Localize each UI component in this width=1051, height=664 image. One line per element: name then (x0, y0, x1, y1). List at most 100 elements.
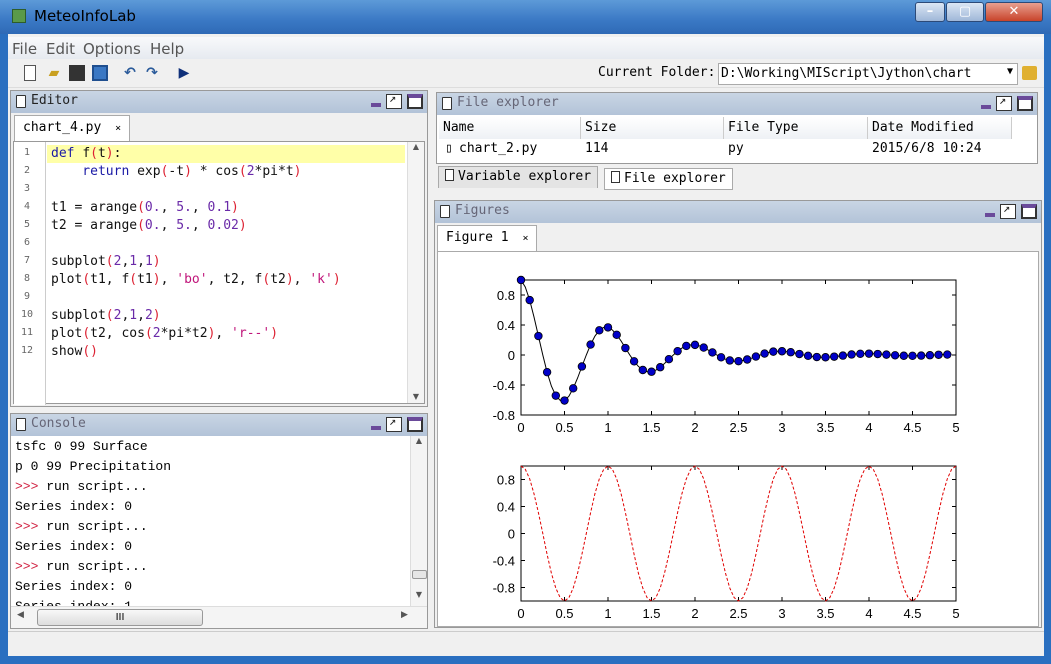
data-marker (638, 365, 647, 375)
float-panel-icon[interactable] (386, 414, 402, 432)
x-tick-label: 4.5 (903, 420, 921, 435)
minimize-panel-icon[interactable] (981, 98, 991, 109)
code-line: show() (51, 344, 98, 359)
editor-title: Editor (31, 93, 78, 108)
data-marker (751, 352, 761, 361)
console-output[interactable]: tsfc 0 99 Surface p 0 99 Precipitation >>>… (11, 436, 411, 606)
tab-figure-1[interactable]: Figure 1 × (437, 225, 538, 251)
menu-options[interactable]: Options (83, 40, 141, 58)
maximize-panel-icon[interactable] (407, 417, 423, 432)
console-header: Console (11, 414, 427, 436)
close-tab-icon[interactable]: × (522, 233, 528, 244)
code-editor[interactable]: 1 2 3 4 5 6 7 8 9 10 11 12 def f(t): return exp(-t)… (13, 141, 425, 405)
file-explorer-panel: File explorer Name Size File Type Date M… (436, 92, 1038, 164)
data-marker (699, 343, 708, 352)
x-tick-label: 2.5 (729, 420, 747, 435)
column-header-file-type[interactable]: File Type (724, 117, 868, 139)
chevron-down-icon[interactable]: ▼ (1007, 66, 1013, 77)
console-vertical-scrollbar[interactable]: ▲ ▼ (410, 436, 427, 606)
tab-file-explorer[interactable]: File explorer (604, 168, 733, 190)
current-folder-select[interactable]: D:\Working\MIScript\Jython\chart ▼ (718, 63, 1018, 85)
data-marker (542, 367, 552, 377)
document-icon (16, 418, 26, 431)
editor-vertical-scrollbar[interactable]: ▲ ▼ (407, 142, 424, 403)
line-number: 9 (23, 291, 31, 302)
line-number: 6 (23, 237, 31, 248)
maximize-panel-icon[interactable] (407, 94, 423, 109)
save-icon[interactable] (69, 65, 85, 81)
data-marker (577, 362, 587, 371)
figure-canvas[interactable]: 0 0.5 1 1.5 2 2.5 3 3.5 4 4.5 5 -0.8 -0.4 0 0.4 0.8 0 0.5… (437, 251, 1039, 627)
cell-type: py (728, 141, 744, 156)
column-header-name[interactable]: Name (439, 117, 581, 139)
file-explorer-title: File explorer (457, 95, 559, 110)
column-header-date-modified[interactable]: Date Modified (868, 117, 1012, 139)
maximize-button[interactable]: ▢ (946, 2, 984, 22)
data-marker (647, 367, 656, 376)
data-marker (925, 351, 935, 360)
float-panel-icon[interactable] (1000, 201, 1016, 219)
x-tick-label: 3 (778, 606, 785, 621)
console-line: p 0 99 Precipitation (15, 459, 172, 474)
cell-date: 2015/6/8 10:24 (872, 141, 982, 156)
line-number: 1 (23, 147, 31, 158)
data-marker (708, 348, 717, 357)
tab-variable-explorer[interactable]: Variable explorer (438, 166, 599, 188)
window-title: MeteoInfoLab (34, 7, 136, 25)
data-marker (560, 396, 569, 405)
float-panel-icon[interactable] (386, 91, 402, 109)
new-file-icon[interactable] (24, 65, 36, 81)
data-marker (525, 295, 534, 305)
data-marker (568, 384, 578, 393)
x-tick-label: 2 (691, 606, 698, 621)
close-tab-icon[interactable]: × (115, 123, 121, 134)
code-line: return exp(-t) * cos(2*pi*t) (51, 164, 302, 179)
redo-icon[interactable]: ↷ (144, 65, 160, 81)
code-line: t1 = arange(0., 5., 0.1) (51, 200, 239, 215)
minimize-panel-icon[interactable] (371, 96, 381, 107)
menu-edit[interactable]: Edit (46, 40, 75, 58)
minimize-button[interactable]: – (915, 2, 945, 22)
y-tick-label: -0.8 (493, 408, 515, 423)
data-marker (534, 331, 543, 341)
save-as-icon[interactable] (92, 65, 108, 81)
x-tick-label: 1 (604, 606, 611, 621)
close-button[interactable]: ✕ (985, 2, 1043, 22)
console-line: Series index: 0 (15, 579, 133, 594)
tab-label: File explorer (624, 171, 726, 186)
data-marker (655, 363, 665, 372)
console-line: >>> run script... (15, 479, 148, 494)
column-header-size[interactable]: Size (581, 117, 724, 139)
y-tick-label: 0 (508, 348, 515, 363)
run-icon[interactable]: ▶ (176, 65, 192, 81)
figures-title: Figures (455, 203, 510, 218)
tab-chart-4[interactable]: chart_4.py × (14, 115, 131, 141)
open-folder-icon[interactable]: ▰ (46, 65, 62, 81)
x-tick-label: 0.5 (555, 420, 573, 435)
data-marker (586, 340, 595, 349)
minimize-panel-icon[interactable] (371, 419, 381, 430)
title-bar: MeteoInfoLab – ▢ ✕ (0, 0, 1051, 34)
float-panel-icon[interactable] (996, 93, 1012, 111)
maximize-panel-icon[interactable] (1021, 204, 1037, 219)
maximize-panel-icon[interactable] (1017, 96, 1033, 111)
data-marker (612, 330, 621, 340)
data-marker (795, 349, 804, 359)
minimize-panel-icon[interactable] (985, 206, 995, 217)
line-number: 5 (23, 219, 31, 230)
menu-file[interactable]: File (12, 40, 37, 58)
data-marker (777, 347, 787, 356)
file-table: Name Size File Type Date Modified ▯ char… (439, 117, 1035, 163)
menu-help[interactable]: Help (150, 40, 184, 58)
browse-folder-icon[interactable] (1022, 66, 1037, 80)
console-line: >>> run script... (15, 519, 148, 534)
y-tick-label: -0.8 (493, 581, 515, 596)
data-marker (873, 349, 882, 359)
scroll-thumb[interactable] (412, 570, 427, 579)
prompt-marker: >>> (15, 519, 39, 534)
undo-icon[interactable]: ↶ (122, 65, 138, 81)
console-horizontal-scrollbar[interactable]: ◀ III ▶ (11, 606, 427, 628)
tab-label: chart_4.py (23, 120, 102, 135)
scroll-thumb[interactable]: III (37, 609, 203, 626)
data-marker (725, 356, 734, 365)
